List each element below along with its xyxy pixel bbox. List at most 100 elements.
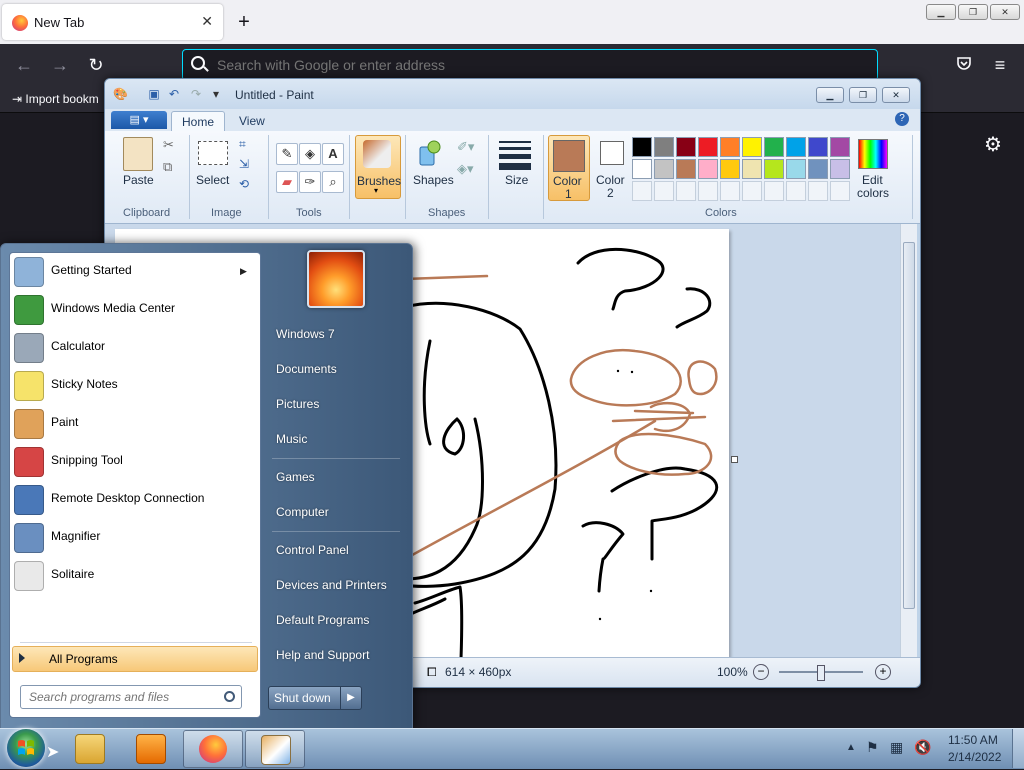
select-icon[interactable] xyxy=(198,141,228,165)
firefox-minimize-button[interactable]: ▁ xyxy=(926,4,956,20)
palette-swatch[interactable] xyxy=(698,137,718,157)
crop-icon[interactable]: ⌗ xyxy=(239,137,246,152)
tab-view[interactable]: View xyxy=(229,111,275,131)
edit-colors-icon[interactable] xyxy=(858,139,888,169)
palette-swatch[interactable] xyxy=(786,159,806,179)
palette-swatch-empty[interactable] xyxy=(654,181,674,201)
start-place-item[interactable]: Computer xyxy=(268,499,404,525)
undo-icon[interactable]: ↶ xyxy=(167,87,181,101)
taskbar-paint[interactable] xyxy=(245,730,305,768)
firefox-close-button[interactable]: ✕ xyxy=(990,4,1020,20)
fill-icon[interactable]: ◈ xyxy=(299,143,321,165)
user-avatar[interactable] xyxy=(307,250,365,308)
firefox-tab-new-tab[interactable]: New Tab ✕ xyxy=(2,4,223,40)
start-place-item[interactable]: Control Panel xyxy=(268,537,404,563)
palette-swatch[interactable] xyxy=(830,159,850,179)
clock-time[interactable]: 11:50 AM xyxy=(948,733,998,747)
redo-icon[interactable]: ↷ xyxy=(189,87,203,101)
palette-swatch-empty[interactable] xyxy=(786,181,806,201)
start-program-item[interactable]: Remote Desktop Connection xyxy=(10,481,258,517)
start-place-item[interactable]: Default Programs xyxy=(268,607,404,633)
pocket-icon[interactable] xyxy=(953,54,975,76)
palette-swatch[interactable] xyxy=(632,159,652,179)
start-program-item[interactable]: Magnifier xyxy=(10,519,258,555)
rotate-icon[interactable]: ⟲ xyxy=(239,177,249,191)
palette-swatch-empty[interactable] xyxy=(830,181,850,201)
start-program-item[interactable]: Calculator xyxy=(10,329,258,365)
save-icon[interactable]: ▣ xyxy=(147,87,161,101)
tab-home[interactable]: Home xyxy=(171,111,226,132)
color-picker-icon[interactable]: ✑ xyxy=(299,171,321,193)
palette-swatch[interactable] xyxy=(764,137,784,157)
start-place-item[interactable]: Windows 7 xyxy=(268,321,404,347)
palette-swatch[interactable] xyxy=(786,137,806,157)
palette-swatch[interactable] xyxy=(830,137,850,157)
color2-swatch[interactable] xyxy=(600,141,624,165)
eraser-icon[interactable]: ▰ xyxy=(276,171,298,193)
outline-icon[interactable]: ✐▾ xyxy=(457,139,474,155)
start-place-item[interactable]: Help and Support xyxy=(268,642,404,668)
start-place-item[interactable]: Music xyxy=(268,426,404,452)
paint-menu-button[interactable]: ▤ ▾ xyxy=(111,111,167,129)
back-arrow-icon[interactable]: ← xyxy=(13,54,35,76)
palette-swatch-empty[interactable] xyxy=(808,181,828,201)
menu-icon[interactable]: ≡ xyxy=(989,54,1011,76)
paste-icon[interactable] xyxy=(123,137,153,171)
shapes-button-label[interactable]: Shapes xyxy=(413,173,454,187)
forward-arrow-icon[interactable]: → xyxy=(49,54,71,76)
start-program-item[interactable]: Windows Media Center xyxy=(10,291,258,327)
start-program-item[interactable]: Sticky Notes xyxy=(10,367,258,403)
palette-swatch[interactable] xyxy=(764,159,784,179)
scrollbar-thumb[interactable] xyxy=(903,242,915,609)
all-programs-button[interactable]: All Programs xyxy=(12,646,258,672)
palette-swatch-empty[interactable] xyxy=(764,181,784,201)
resize-icon[interactable]: ⇲ xyxy=(239,157,249,171)
new-tab-button[interactable]: + xyxy=(232,10,256,34)
palette-swatch[interactable] xyxy=(654,159,674,179)
palette-swatch[interactable] xyxy=(720,137,740,157)
paste-button-label[interactable]: Paste xyxy=(123,173,154,187)
magnifier-tool-icon[interactable]: ⌕ xyxy=(322,171,344,193)
import-bookmarks-button[interactable]: ⇥ Import bookm xyxy=(12,92,99,106)
zoom-slider-track[interactable] xyxy=(779,665,863,681)
edit-colors-label-1[interactable]: Edit xyxy=(862,173,883,187)
pencil-icon[interactable]: ✎ xyxy=(276,143,298,165)
start-button[interactable] xyxy=(7,729,45,767)
palette-swatch-empty[interactable] xyxy=(676,181,696,201)
url-bar[interactable] xyxy=(182,49,878,81)
start-place-item[interactable]: Pictures xyxy=(268,391,404,417)
paint-close-button[interactable]: ✕ xyxy=(882,87,910,103)
taskbar-media-player[interactable] xyxy=(121,730,179,766)
palette-swatch[interactable] xyxy=(676,137,696,157)
clock-date[interactable]: 2/14/2022 xyxy=(948,750,1001,764)
color2-label[interactable]: Color xyxy=(596,173,625,187)
brushes-button[interactable]: Brushes ▾ xyxy=(355,135,401,199)
paint-minimize-button[interactable]: ▁ xyxy=(816,87,844,103)
taskbar-firefox[interactable] xyxy=(183,730,243,768)
start-program-item[interactable]: Getting Started xyxy=(10,253,258,289)
zoom-out-icon[interactable]: − xyxy=(753,664,769,680)
line-size-icon[interactable] xyxy=(499,139,531,170)
copy-icon[interactable]: ⧉ xyxy=(163,159,172,175)
palette-swatch-empty[interactable] xyxy=(698,181,718,201)
palette-swatch[interactable] xyxy=(742,159,762,179)
palette-swatch[interactable] xyxy=(742,137,762,157)
text-tool-icon[interactable]: A xyxy=(322,143,344,165)
zoom-slider-thumb[interactable] xyxy=(817,665,825,681)
show-desktop-button[interactable] xyxy=(1012,729,1024,768)
help-icon[interactable]: ? xyxy=(895,112,909,126)
palette-swatch[interactable] xyxy=(720,159,740,179)
show-hidden-icons[interactable]: ▲ xyxy=(846,742,856,753)
volume-muted-icon[interactable]: 🔇 xyxy=(914,739,931,756)
action-center-flag-icon[interactable]: ⚑ xyxy=(866,739,879,756)
palette-swatch[interactable] xyxy=(808,159,828,179)
start-program-item[interactable]: Paint xyxy=(10,405,258,441)
shapes-icon[interactable] xyxy=(417,139,443,167)
palette-swatch-empty[interactable] xyxy=(720,181,740,201)
zoom-in-icon[interactable]: + xyxy=(875,664,891,680)
network-icon[interactable]: ▦ xyxy=(890,739,903,756)
start-place-item[interactable]: Documents xyxy=(268,356,404,382)
shutdown-button[interactable]: Shut down ▶ xyxy=(268,686,362,710)
select-button-label[interactable]: Select xyxy=(196,173,229,187)
fill-shape-icon[interactable]: ◈▾ xyxy=(457,161,474,177)
